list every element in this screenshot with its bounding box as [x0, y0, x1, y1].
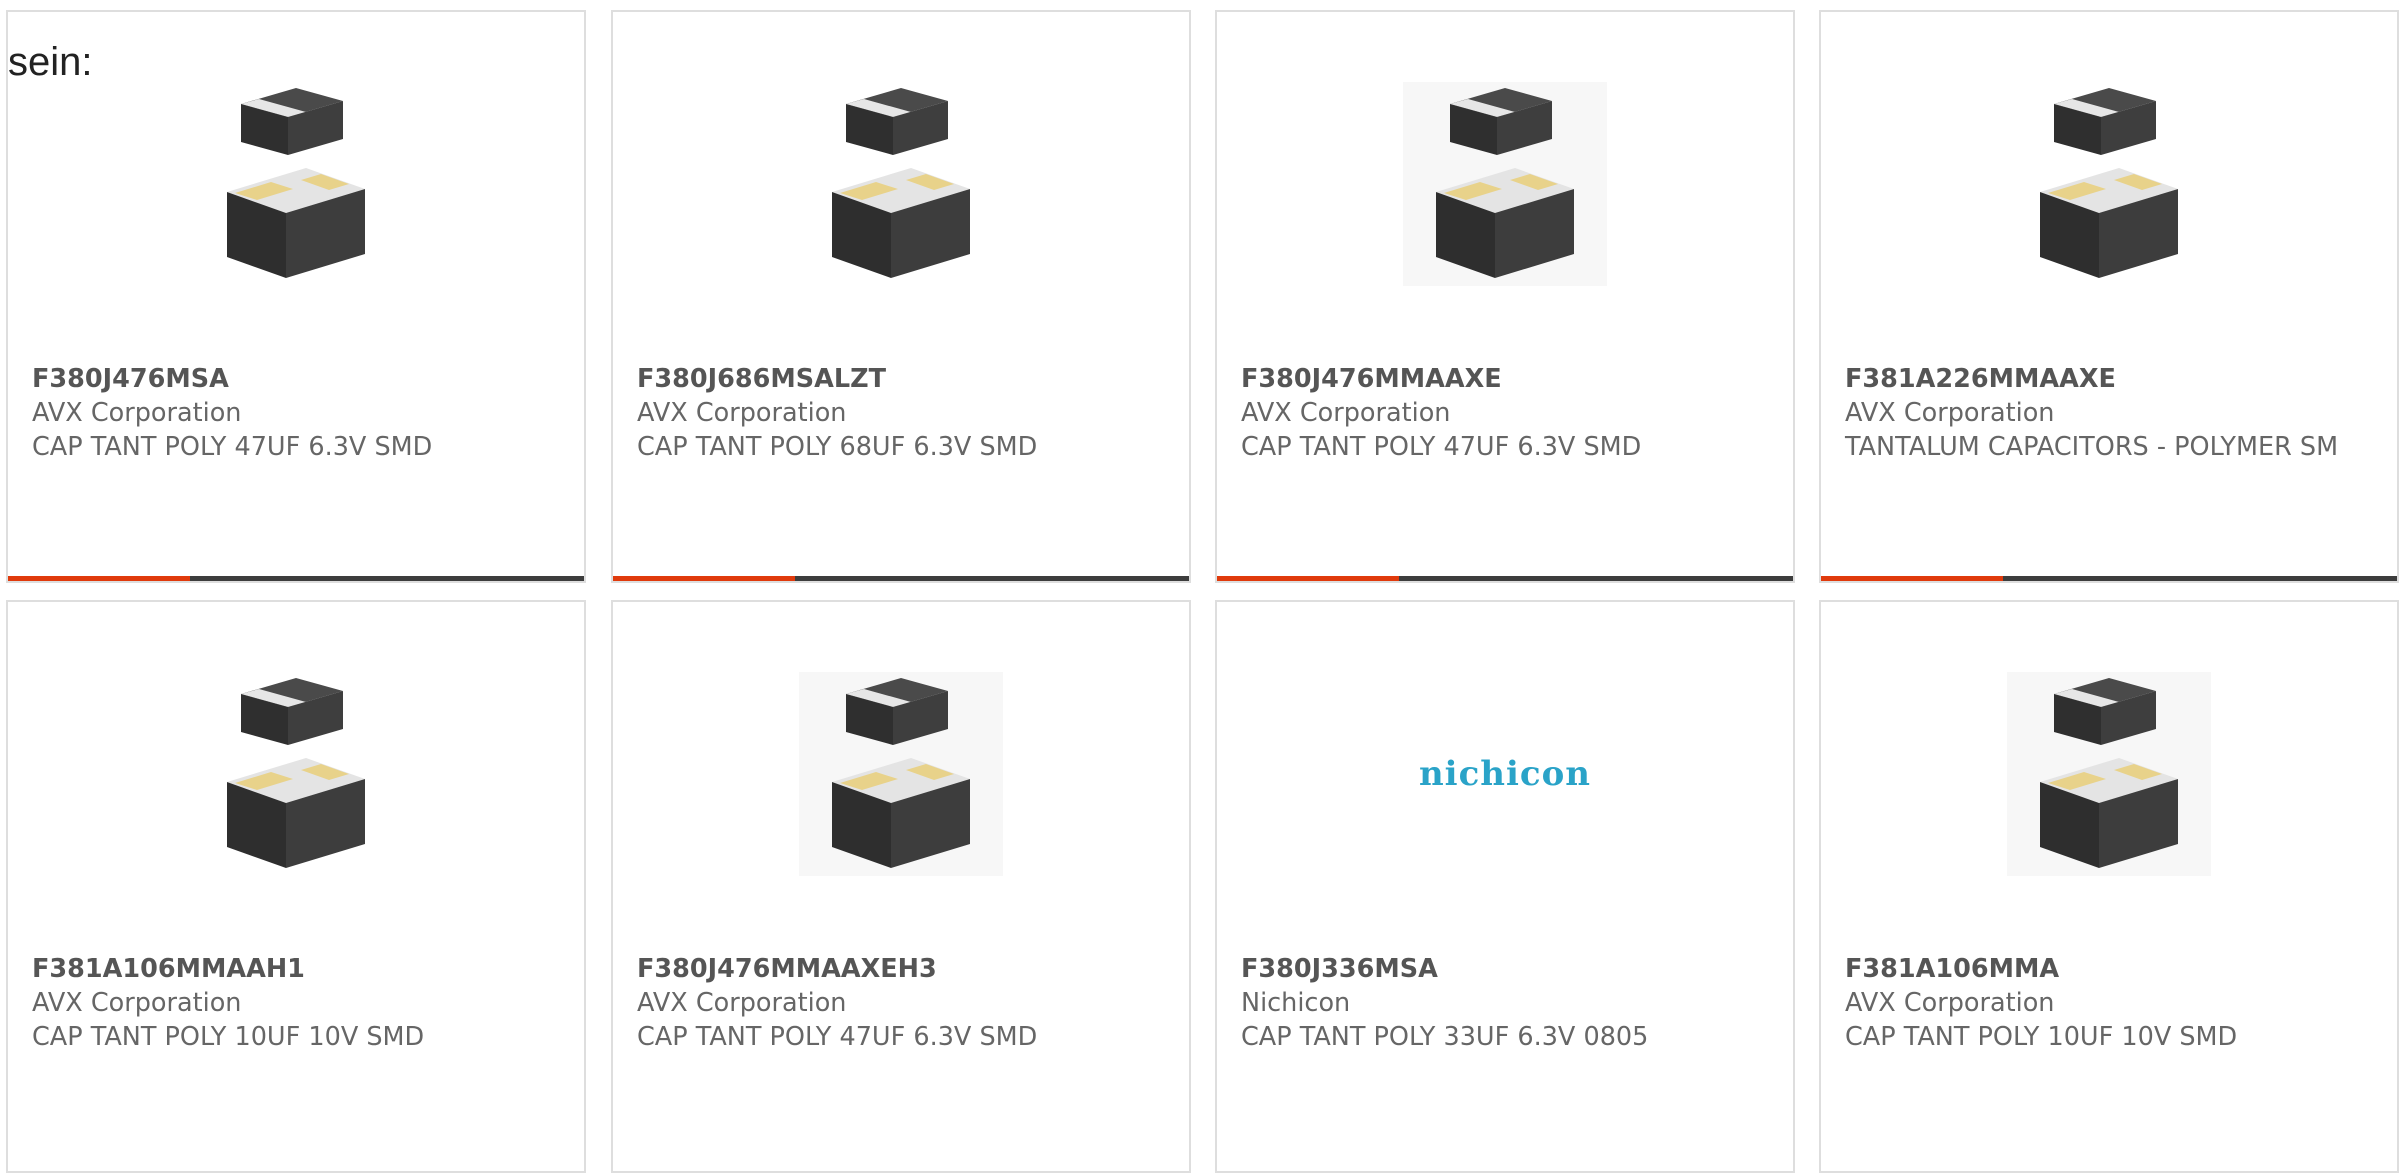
chip-capacitor-icon [2040, 88, 2178, 278]
chip-capacitor-icon [227, 678, 365, 868]
product-part-number[interactable]: F381A106MMA [1845, 952, 2357, 986]
product-part-number[interactable]: F380J476MMAAXEH3 [637, 952, 1149, 986]
card-progress-bar [1821, 576, 2397, 581]
product-part-number[interactable]: F380J476MSA [32, 362, 544, 396]
product-manufacturer: Nichicon [1241, 988, 1351, 1018]
product-image[interactable]: nichicon [1403, 672, 1607, 876]
product-card[interactable]: F380J476MMAAXE AVX Corporation CAP TANT … [1215, 10, 1795, 583]
product-image[interactable] [194, 82, 398, 286]
product-description: CAP TANT POLY 10UF 10V SMD [32, 1022, 425, 1052]
product-manufacturer: AVX Corporation [1241, 398, 1451, 428]
product-description: TANTALUM CAPACITORS - POLYMER SM [1845, 432, 2339, 462]
product-manufacturer: AVX Corporation [637, 988, 847, 1018]
product-card[interactable]: F380J476MMAAXEH3 AVX Corporation CAP TAN… [611, 600, 1191, 1173]
product-card[interactable]: F381A106MMA AVX Corporation CAP TANT POL… [1819, 600, 2399, 1173]
product-info: F381A106MMA AVX Corporation CAP TANT POL… [1845, 952, 2357, 1054]
product-part-number[interactable]: F380J476MMAAXE [1241, 362, 1753, 396]
product-image[interactable] [2007, 82, 2211, 286]
product-image-area [8, 662, 584, 886]
product-manufacturer: AVX Corporation [637, 398, 847, 428]
product-card[interactable]: F381A226MMAAXE AVX Corporation TANTALUM … [1819, 10, 2399, 583]
product-part-number[interactable]: F381A226MMAAXE [1845, 362, 2357, 396]
product-part-number[interactable]: F381A106MMAAH1 [32, 952, 544, 986]
product-description: CAP TANT POLY 47UF 6.3V SMD [1241, 432, 1642, 462]
card-progress-bar-accent [613, 576, 795, 581]
product-image[interactable] [799, 82, 1003, 286]
product-manufacturer: AVX Corporation [1845, 398, 2055, 428]
product-part-number[interactable]: F380J336MSA [1241, 952, 1753, 986]
card-progress-bar-accent [1217, 576, 1399, 581]
product-card[interactable]: nichicon F380J336MSA Nichicon CAP TANT P… [1215, 600, 1795, 1173]
chip-capacitor-icon [1436, 88, 1574, 278]
product-description: CAP TANT POLY 33UF 6.3V 0805 [1241, 1022, 1649, 1052]
product-description: CAP TANT POLY 47UF 6.3V SMD [32, 432, 433, 462]
product-info: F380J686MSALZT AVX Corporation CAP TANT … [637, 362, 1149, 464]
chip-capacitor-icon [2040, 678, 2178, 868]
product-image[interactable] [2007, 672, 2211, 876]
product-image-area [1821, 72, 2397, 296]
product-card[interactable]: F381A106MMAAH1 AVX Corporation CAP TANT … [6, 600, 586, 1173]
product-image-area [1217, 72, 1793, 296]
product-image-area [613, 72, 1189, 296]
product-manufacturer: AVX Corporation [32, 988, 242, 1018]
product-info: F381A106MMAAH1 AVX Corporation CAP TANT … [32, 952, 544, 1054]
product-card[interactable]: F380J686MSALZT AVX Corporation CAP TANT … [611, 10, 1191, 583]
card-progress-bar-accent [1821, 576, 2003, 581]
product-description: CAP TANT POLY 68UF 6.3V SMD [637, 432, 1038, 462]
product-image-area: nichicon [1217, 662, 1793, 886]
product-info: F380J476MSA AVX Corporation CAP TANT POL… [32, 362, 544, 464]
product-card[interactable]: F380J476MSA AVX Corporation CAP TANT POL… [6, 10, 586, 583]
product-image-area [613, 662, 1189, 886]
product-part-number[interactable]: F380J686MSALZT [637, 362, 1149, 396]
product-info: F380J336MSA Nichicon CAP TANT POLY 33UF … [1241, 952, 1753, 1054]
nichicon-logo: nichicon [1418, 754, 1592, 794]
product-grid: F380J476MSA AVX Corporation CAP TANT POL… [0, 0, 2400, 1173]
card-progress-bar [613, 576, 1189, 581]
product-image-area [1821, 662, 2397, 886]
intro-text: sein: [8, 40, 93, 84]
chip-capacitor-icon [227, 88, 365, 278]
card-progress-bar-accent [8, 576, 190, 581]
product-image[interactable] [1403, 82, 1607, 286]
product-info: F381A226MMAAXE AVX Corporation TANTALUM … [1845, 362, 2357, 464]
card-progress-bar [1217, 576, 1793, 581]
product-manufacturer: AVX Corporation [1845, 988, 2055, 1018]
product-manufacturer: AVX Corporation [32, 398, 242, 428]
product-description: CAP TANT POLY 47UF 6.3V SMD [637, 1022, 1038, 1052]
chip-capacitor-icon [832, 88, 970, 278]
product-info: F380J476MMAAXE AVX Corporation CAP TANT … [1241, 362, 1753, 464]
product-image[interactable] [799, 672, 1003, 876]
product-image[interactable] [194, 672, 398, 876]
card-progress-bar [8, 576, 584, 581]
product-description: CAP TANT POLY 10UF 10V SMD [1845, 1022, 2238, 1052]
product-image-area [8, 72, 584, 296]
chip-capacitor-icon [832, 678, 970, 868]
product-info: F380J476MMAAXEH3 AVX Corporation CAP TAN… [637, 952, 1149, 1054]
